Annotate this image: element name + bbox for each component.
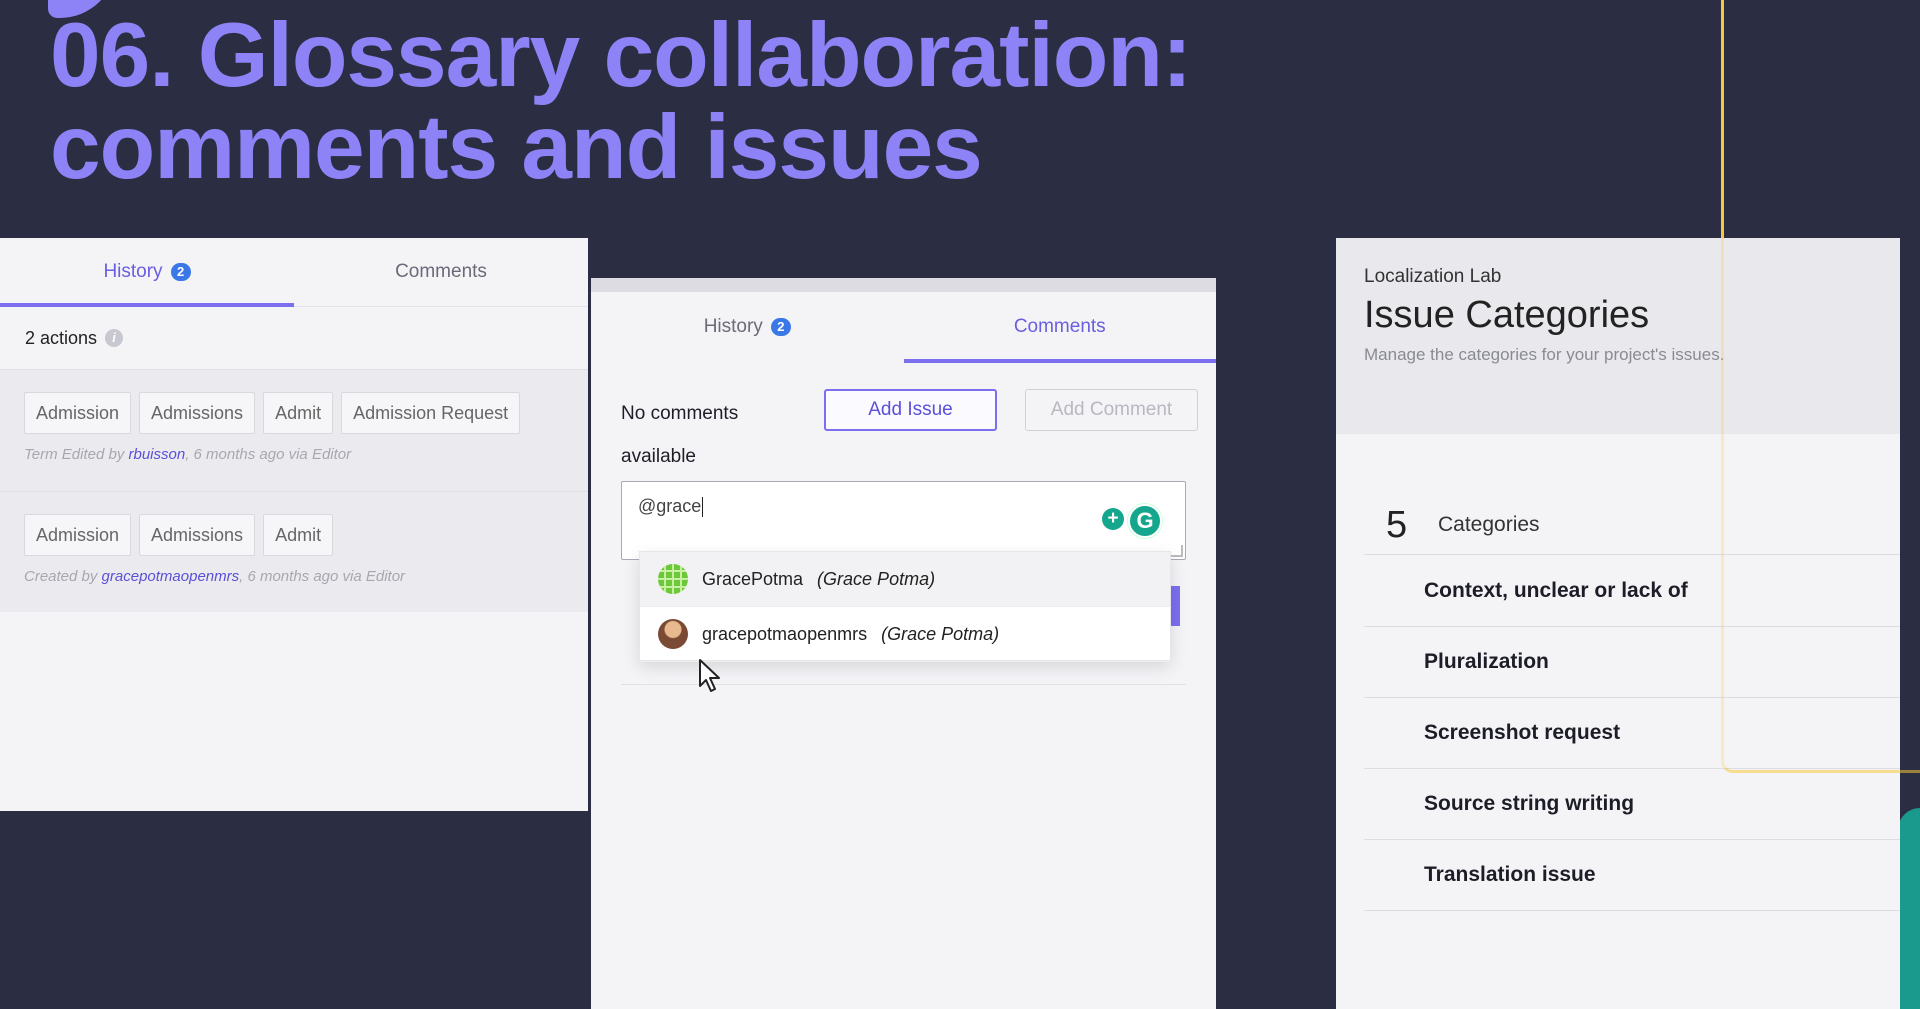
mention-full-name: (Grace Potma) <box>817 568 936 589</box>
tab-comments-label: Comments <box>395 261 487 282</box>
user-link[interactable]: gracepotmaopenmrs <box>102 568 240 585</box>
categories-list: Context, unclear or lack of Pluralizatio… <box>1364 556 1900 911</box>
slide-title-line-1: 06. Glossary collaboration: <box>50 5 1192 106</box>
history-count-badge: 2 <box>770 318 791 336</box>
actions-summary: 2 actions i <box>0 307 588 369</box>
meta-suffix: , 6 months ago via Editor <box>239 568 406 585</box>
tab-comments-label: Comments <box>1013 316 1106 337</box>
history-entry: Admission Admissions Admit Created by gr… <box>0 491 588 612</box>
issue-categories-panel: Localization Lab Issue Categories Manage… <box>1336 238 1900 1009</box>
globe-avatar-icon <box>658 564 688 594</box>
history-count-badge: 2 <box>170 263 191 281</box>
info-icon[interactable]: i <box>105 329 124 347</box>
term-chips: Admission Admissions Admit Admission Req… <box>24 392 588 434</box>
term-chip: Admissions <box>139 514 256 556</box>
issue-categories-title: Issue Categories <box>1364 294 1650 336</box>
history-entry-meta: Term Edited by rbuisson, 6 months ago vi… <box>24 446 588 463</box>
no-comments-line-1: No comments <box>621 403 739 424</box>
mention-option[interactable]: GracePotma (Grace Potma) <box>640 552 1170 607</box>
user-link[interactable]: rbuisson <box>129 446 186 463</box>
tab-history-label: History <box>703 316 763 337</box>
mention-option[interactable]: gracepotmaopenmrs (Grace Potma) <box>640 607 1170 662</box>
category-item[interactable]: Screenshot request <box>1364 698 1900 769</box>
history-entry: Admission Admissions Admit Admission Req… <box>0 369 588 491</box>
decorative-shape <box>1898 808 1920 1009</box>
tab-comments[interactable]: Comments <box>294 238 588 306</box>
meta-prefix: Term Edited by <box>24 446 129 463</box>
decorative-line <box>1721 0 1736 243</box>
tab-comments[interactable]: Comments <box>903 292 1217 363</box>
history-entry-meta: Created by gracepotmaopenmrs, 6 months a… <box>24 568 588 585</box>
comments-panel: History 2 Comments No comments available… <box>591 278 1216 1009</box>
term-chips: Admission Admissions Admit <box>24 514 588 556</box>
no-comments-message: No comments available <box>621 392 781 478</box>
organization-name: Localization Lab <box>1364 266 1502 287</box>
categories-count: 5 <box>1386 503 1408 546</box>
categories-count-row: 5 Categories <box>1364 496 1900 555</box>
issue-categories-subtitle: Manage the categories for your project's… <box>1364 345 1725 364</box>
grammarly-icon[interactable]: G <box>1128 504 1162 538</box>
tab-history[interactable]: History 2 <box>591 292 904 362</box>
actions-count: 2 actions <box>25 327 98 348</box>
plus-icon[interactable]: + <box>1102 508 1124 530</box>
mention-handle: gracepotmaopenmrs <box>702 623 868 644</box>
tab-history[interactable]: History 2 <box>0 238 294 307</box>
mention-full-name: (Grace Potma) <box>881 623 1000 644</box>
comment-text: @grace <box>638 496 702 516</box>
term-chip: Admissions <box>139 392 256 434</box>
mention-handle: GracePotma <box>702 568 804 589</box>
mouse-cursor-icon <box>699 659 720 692</box>
add-issue-button[interactable]: Add Issue <box>824 389 997 431</box>
history-panel: History 2 Comments 2 actions i Admission… <box>0 238 588 811</box>
term-chip: Admit <box>263 392 334 434</box>
category-item[interactable]: Context, unclear or lack of <box>1364 556 1900 627</box>
add-comment-button[interactable]: Add Comment <box>1025 389 1198 431</box>
term-chip: Admission <box>24 514 132 556</box>
mention-dropdown: GracePotma (Grace Potma) gracepotmaopenm… <box>639 551 1171 662</box>
meta-prefix: Created by <box>24 568 102 585</box>
text-caret <box>702 497 704 518</box>
slide-title-line-2: comments and issues <box>50 97 983 198</box>
meta-suffix: , 6 months ago via Editor <box>185 446 352 463</box>
term-chip: Admit <box>263 514 334 556</box>
category-item[interactable]: Pluralization <box>1364 627 1900 698</box>
slide-title: 06. Glossary collaboration: comments and… <box>50 10 1192 194</box>
no-comments-line-2: available <box>621 446 696 467</box>
resize-handle-icon[interactable] <box>1171 545 1183 557</box>
categories-count-label: Categories <box>1438 513 1540 536</box>
photo-avatar-icon <box>658 619 688 649</box>
issue-categories-header: Localization Lab Issue Categories Manage… <box>1336 238 1900 434</box>
history-panel-tabs: History 2 Comments <box>0 238 588 307</box>
tab-history-label: History <box>103 261 163 282</box>
comments-panel-tabs: History 2 Comments <box>591 292 1217 363</box>
comment-input-value: @grace <box>638 496 704 518</box>
term-chip: Admission Request <box>341 392 521 434</box>
comment-input[interactable]: @grace + G <box>621 481 1186 560</box>
category-item[interactable]: Source string writing <box>1364 769 1900 840</box>
category-item[interactable]: Translation issue <box>1364 840 1900 911</box>
term-chip: Admission <box>24 392 132 434</box>
